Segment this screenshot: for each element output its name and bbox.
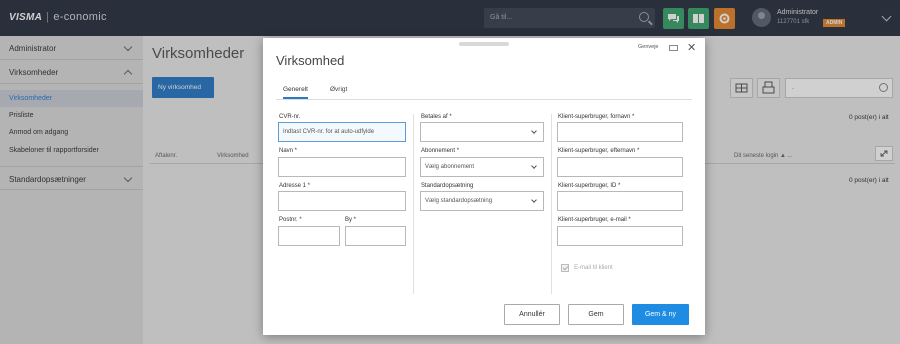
paid-by-label: Betales af *	[421, 114, 452, 120]
dialog-title: Virksomhed	[276, 53, 345, 68]
superuser-email-label: Klient-superbruger, e-mail *	[558, 217, 631, 223]
cvr-input[interactable]: Indtast CVR-nr. for at auto-udfylde	[278, 122, 406, 142]
address-input[interactable]	[278, 191, 406, 211]
email-to-client-label: E-mail til klient	[574, 265, 613, 271]
chevron-down-icon	[531, 163, 537, 169]
superuser-firstname-label: Klient-superbruger, fornavn *	[558, 114, 635, 120]
city-label: By *	[345, 217, 357, 223]
close-icon[interactable]: ✕	[687, 41, 696, 54]
address-label: Adresse 1 *	[279, 183, 311, 189]
superuser-id-label: Klient-superbruger, ID *	[558, 183, 621, 189]
superuser-lastname-label: Klient-superbruger, efternavn *	[558, 148, 640, 154]
tab-oevrigt[interactable]: Øvrigt	[330, 86, 347, 93]
standard-setup-label: Standardopsætning	[421, 183, 474, 189]
city-input[interactable]	[345, 226, 406, 246]
tab-generelt[interactable]: Generelt	[283, 86, 308, 99]
shortcuts-link[interactable]: Genveje	[638, 44, 659, 50]
paid-by-select[interactable]	[420, 122, 544, 142]
column-divider	[551, 114, 552, 294]
save-button[interactable]: Gem	[568, 304, 624, 325]
subscription-select[interactable]: Vælg abonnement	[420, 157, 544, 177]
standard-setup-select[interactable]: Vælg standardopsætning	[420, 191, 544, 211]
superuser-email-input[interactable]	[557, 226, 683, 246]
company-dialog: Virksomhed Genveje ✕ Generelt Øvrigt CVR…	[263, 38, 705, 335]
subscription-value: Vælg abonnement	[425, 164, 475, 170]
email-to-client-checkbox[interactable]	[561, 264, 569, 272]
subscription-label: Abonnement *	[421, 148, 460, 154]
cancel-button[interactable]: Annullér	[504, 304, 560, 325]
column-divider	[413, 114, 414, 294]
superuser-id-input[interactable]	[557, 191, 683, 211]
keyboard-icon[interactable]	[669, 45, 678, 51]
zip-label: Postnr. *	[279, 217, 302, 223]
name-input[interactable]	[278, 157, 406, 177]
tab-divider	[276, 99, 692, 100]
zip-input[interactable]	[278, 226, 340, 246]
chevron-down-icon	[531, 128, 537, 134]
superuser-lastname-input[interactable]	[557, 157, 683, 177]
superuser-firstname-input[interactable]	[557, 122, 683, 142]
save-and-new-button[interactable]: Gem & ny	[632, 304, 689, 325]
standard-setup-value: Vælg standardopsætning	[425, 198, 493, 204]
cvr-placeholder: Indtast CVR-nr. for at auto-udfylde	[283, 129, 375, 135]
name-label: Navn *	[279, 148, 298, 154]
chevron-down-icon	[531, 197, 537, 203]
drag-handle[interactable]	[459, 42, 509, 46]
cvr-label: CVR-nr.	[279, 114, 301, 120]
